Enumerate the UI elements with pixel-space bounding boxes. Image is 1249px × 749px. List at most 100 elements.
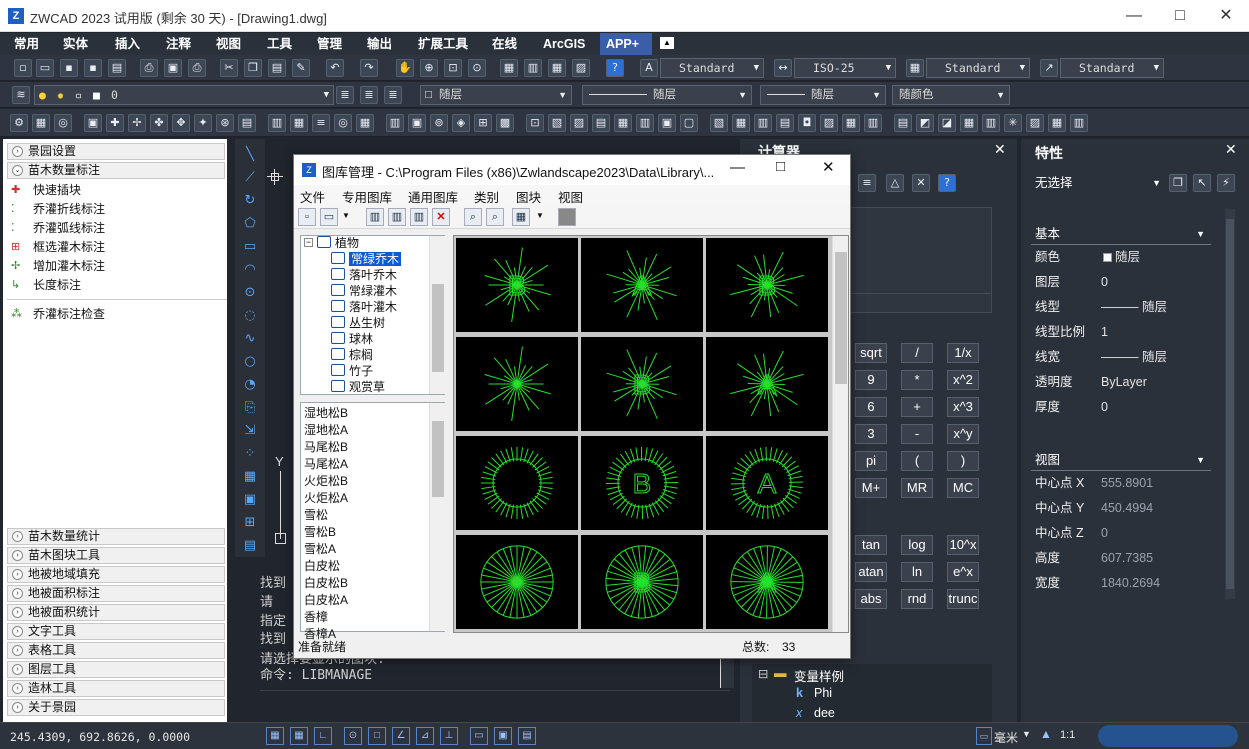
list-item[interactable]: 雪松B <box>304 524 336 541</box>
tool-icon[interactable]: ⚙ <box>10 114 28 132</box>
block-preview-cell[interactable]: B <box>706 238 828 332</box>
tool-icon[interactable]: ✢ <box>128 114 146 132</box>
status-toggle-icon[interactable]: ▤ <box>518 727 536 745</box>
tool-icon[interactable]: ▣ <box>408 114 426 132</box>
list-item[interactable]: 马尾松B <box>304 439 348 456</box>
draw-tool-icon[interactable]: ◌ <box>242 308 258 324</box>
status-toggle-icon[interactable]: ⊿ <box>416 727 434 745</box>
draw-tool-icon[interactable]: ⁘ <box>242 446 258 462</box>
status-toggle-icon[interactable]: ▦ <box>266 727 284 745</box>
polyline-label-item[interactable]: ⁚ 乔灌折线标注 <box>7 200 227 219</box>
section-5[interactable]: › 文字工具 <box>7 623 225 640</box>
tool-icon[interactable]: ≡ <box>312 114 330 132</box>
status-toggle-icon[interactable]: ▦ <box>290 727 308 745</box>
tool-icon[interactable]: ▦ <box>614 114 632 132</box>
block-preview-cell[interactable]: B <box>581 337 703 431</box>
tab-solid[interactable]: 实体 <box>57 33 94 55</box>
tool-icon[interactable]: ◎ <box>334 114 352 132</box>
properties-scrollbar[interactable] <box>1225 209 1235 599</box>
tool-palette-icon[interactable]: ▦ <box>548 59 566 77</box>
calc-key[interactable]: MC <box>947 478 979 498</box>
dim-style-icon[interactable]: ↔ <box>774 59 792 77</box>
list-item[interactable]: 香樟 <box>304 609 328 626</box>
calc-tool-icon[interactable]: △ <box>886 174 904 192</box>
section-4[interactable]: › 地被面积统计 <box>7 604 225 621</box>
draw-tool-icon[interactable]: ⎘ <box>242 400 258 416</box>
view-section-header[interactable]: 视图 ▼ <box>1031 449 1211 471</box>
calc-key[interactable]: M+ <box>855 478 887 498</box>
text-style-icon[interactable]: A <box>640 59 658 77</box>
redefine-icon[interactable]: ▥ <box>410 208 428 226</box>
block-preview-cell[interactable] <box>456 436 578 530</box>
maximize-button[interactable]: □ <box>1157 0 1203 32</box>
tool-icon[interactable]: ▧ <box>710 114 728 132</box>
tool-icon[interactable]: ✤ <box>150 114 168 132</box>
tree-item[interactable]: 棕榈 <box>331 347 373 363</box>
property-row[interactable]: 中心点 Y 450.4994 <box>1031 496 1211 520</box>
tab-annotate[interactable]: 注释 <box>160 33 197 55</box>
cut-icon[interactable]: ✂ <box>220 59 238 77</box>
menu-special-library[interactable]: 专用图库 <box>342 187 392 206</box>
collapse-icon[interactable]: − <box>304 238 313 247</box>
layer-state-icon[interactable]: ≣ <box>360 86 378 104</box>
calc-tool-icon[interactable]: ≡ <box>858 174 876 192</box>
lineweight-select[interactable]: 随层 ▼ <box>760 85 886 105</box>
tool-icon[interactable]: ▢ <box>680 114 698 132</box>
block-preview-cell[interactable]: A <box>706 535 828 629</box>
minimize-button[interactable]: — <box>1111 0 1157 32</box>
tool-icon[interactable]: ▤ <box>894 114 912 132</box>
tool-icon[interactable]: ✚ <box>106 114 124 132</box>
open-folder-icon[interactable]: ▭ <box>36 59 54 77</box>
multileader-style-select[interactable]: Standard ▼ <box>1060 58 1164 78</box>
calc-key[interactable]: x^3 <box>947 397 979 417</box>
table-style-icon[interactable]: ▦ <box>906 59 924 77</box>
tool-icon[interactable]: ⊛ <box>216 114 234 132</box>
draw-tool-icon[interactable]: ▭ <box>242 239 258 255</box>
tool-icon[interactable]: ▥ <box>386 114 404 132</box>
undo-icon[interactable]: ↶ <box>326 59 344 77</box>
toggle-pickadd-icon[interactable]: ❐ <box>1169 174 1187 192</box>
plotstyle-select[interactable]: 随颜色 ▼ <box>892 85 1010 105</box>
pan-icon[interactable]: ✋ <box>396 59 414 77</box>
linetype-select[interactable]: 随层 ▼ <box>582 85 752 105</box>
section-6[interactable]: › 表格工具 <box>7 642 225 659</box>
tool-icon[interactable]: ▥ <box>268 114 286 132</box>
calc-key[interactable]: MR <box>901 478 933 498</box>
dialog-maximize-button[interactable]: □ <box>776 158 785 175</box>
tool-icon[interactable]: ✳ <box>1004 114 1022 132</box>
tree-item[interactable]: 落叶乔木 <box>331 267 397 283</box>
list-item[interactable]: 火炬松A <box>304 490 348 507</box>
calc-key[interactable]: rnd <box>901 589 933 609</box>
tool-icon[interactable]: ▥ <box>982 114 1000 132</box>
draw-tool-icon[interactable]: ◔ <box>242 377 258 393</box>
label-check-item[interactable]: ⁂ 乔灌标注检查 <box>7 305 227 324</box>
calc-key[interactable]: sqrt <box>855 343 887 363</box>
calc-key[interactable]: 1/x <box>947 343 979 363</box>
tool-icon[interactable]: ▨ <box>570 114 588 132</box>
print-icon[interactable]: ⎙ <box>140 59 158 77</box>
calc-key[interactable]: + <box>901 397 933 417</box>
calc-key[interactable]: trunc <box>947 589 979 609</box>
property-row[interactable]: 中心点 X 555.8901 <box>1031 471 1211 495</box>
tool-icon[interactable]: ▦ <box>732 114 750 132</box>
zoom-prev-icon[interactable]: ⊙ <box>468 59 486 77</box>
var-item[interactable]: dee <box>814 706 835 720</box>
menu-file[interactable]: 文件 <box>300 187 325 206</box>
draw-tool-icon[interactable]: ⬠ <box>242 216 258 232</box>
list-item[interactable]: 湿地松A <box>304 422 348 439</box>
section-9[interactable]: › 关于景园 <box>7 699 225 716</box>
tool-icon[interactable]: ▦ <box>32 114 50 132</box>
units-dropdown-icon[interactable]: ▼ <box>1022 729 1031 739</box>
list-item[interactable]: 火炬松B <box>304 473 348 490</box>
tool-icon[interactable]: ◪ <box>938 114 956 132</box>
property-row[interactable]: 中心点 Z 0 <box>1031 521 1211 545</box>
draw-tool-icon[interactable]: ⟋ <box>242 170 258 186</box>
units-icon[interactable]: ▭ <box>976 727 992 745</box>
tool-icon[interactable]: ✥ <box>172 114 190 132</box>
calc-key[interactable]: 3 <box>855 424 887 444</box>
calc-key[interactable]: x^2 <box>947 370 979 390</box>
help-icon[interactable]: ? <box>606 59 624 77</box>
select-objects-icon[interactable]: ↖ <box>1193 174 1211 192</box>
redo-icon[interactable]: ↷ <box>360 59 378 77</box>
tool-icon[interactable]: ⊡ <box>526 114 544 132</box>
